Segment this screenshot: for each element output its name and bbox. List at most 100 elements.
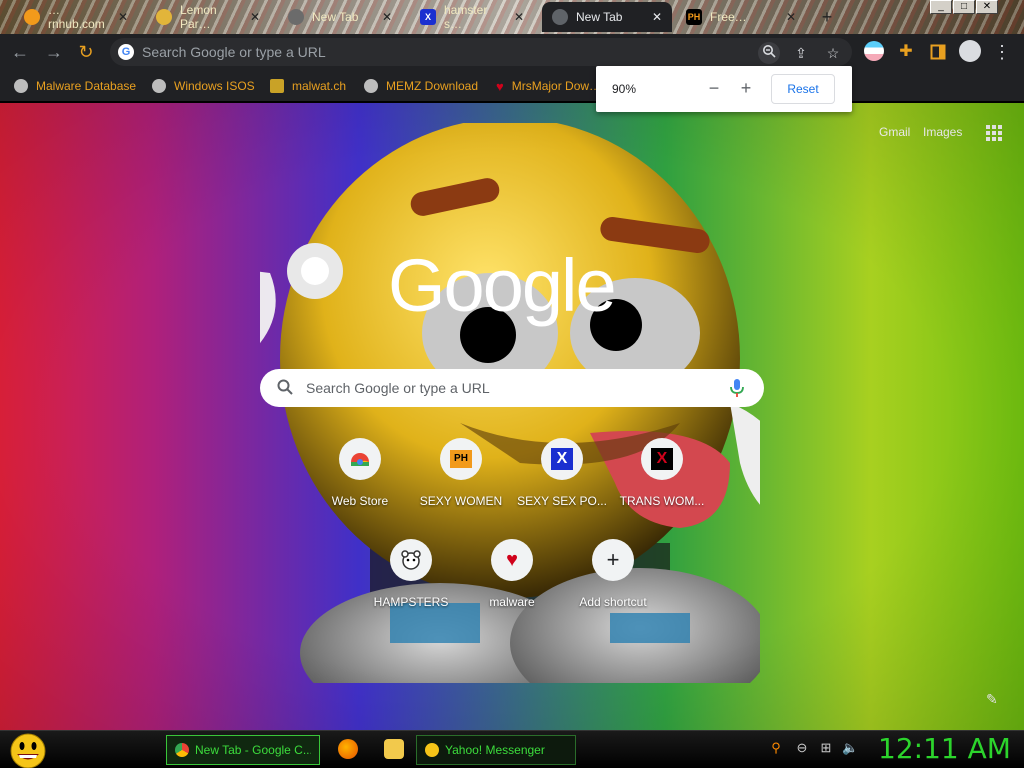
reload-icon[interactable]: ↻ [74,40,98,64]
volume-icon[interactable]: 🔈 [842,740,858,756]
tab-title: New Tab [312,10,359,24]
start-smiley-button[interactable] [8,731,48,768]
bookmark-label: MEMZ Download [386,79,479,93]
tab-title: Lemon Par… [180,3,217,31]
plus-icon: + [606,547,620,572]
shortcut-label: SEXY WOMEN [419,494,503,508]
google-logo: Google [388,244,617,327]
shortcut-icon-holder: + [592,539,634,581]
x-site-icon: X [651,448,673,470]
customize-pencil-icon[interactable]: ✎ [986,691,1002,707]
shortcut-label: malware [489,595,535,609]
close-icon[interactable]: ✕ [382,10,392,24]
shortcut-icon-holder: X [541,438,583,480]
shortcut-web-store[interactable]: Web Store [310,438,410,528]
network-icon[interactable]: ⊞ [818,740,834,756]
shortcut-label: Add shortcut [579,595,647,609]
tab-new-tab-active[interactable]: New Tab ✕ [542,2,672,32]
taskbar-task-chrome[interactable]: New Tab - Google C... [166,735,320,765]
close-icon[interactable]: ✕ [250,10,260,24]
tab-2[interactable]: Lemon Par… ✕ [146,2,270,32]
zoom-percentage: 90% [612,82,637,96]
gmail-link[interactable]: Gmail [879,125,910,139]
shortcut-trans-wom[interactable]: X TRANS WOM... [612,438,712,528]
forward-icon[interactable]: → [42,40,66,64]
shortcut-icon-holder: ♥ [491,539,533,581]
chrome-icon [175,743,189,757]
images-link[interactable]: Images [923,125,962,139]
shortcut-sexy-sex-po[interactable]: X SEXY SEX PO... [512,438,612,528]
close-window-button[interactable]: ✕ [976,0,998,14]
shortcut-hampsters[interactable]: HAMPSTERS [361,539,461,629]
tab-3[interactable]: New Tab ✕ [278,2,402,32]
zoom-icon[interactable] [758,42,780,64]
maximize-button[interactable]: □ [953,0,975,14]
side-panel-icon[interactable] [926,40,950,64]
puzzle-icon[interactable]: ✚ [894,40,918,64]
shortcut-label: SEXY SEX PO... [517,494,607,508]
star-icon[interactable]: ☆ [822,42,844,64]
minimize-button[interactable]: _ [930,0,952,14]
microphone-icon[interactable] [728,378,746,398]
apps-grid-icon[interactable] [986,125,1002,141]
new-tab-page: Gmail Images Google Search Google or typ… [0,103,1024,730]
bookmark-mrsmajor-download[interactable]: ♥ MrsMajor Dow… [496,77,601,95]
ntp-search-box[interactable]: Search Google or type a URL [260,369,764,407]
menu-kebab-icon[interactable]: ⋮ [990,40,1014,64]
profile-avatar-icon[interactable] [959,40,981,62]
bookmark-label: Malware Database [36,79,137,93]
task-label: New Tab - Google C... [195,743,311,757]
globe-icon [152,79,166,93]
new-tab-button[interactable]: + [816,6,838,28]
taskbar-clock[interactable]: 12:11 AM [878,732,1011,765]
task-label: Yahoo! Messenger [445,743,545,757]
close-icon[interactable]: ✕ [118,10,128,24]
bookmark-windows-isos[interactable]: Windows ISOS [152,77,255,95]
zoom-out-button[interactable]: − [704,78,724,98]
zoom-in-button[interactable]: + [736,78,756,98]
close-icon[interactable]: ✕ [514,10,524,24]
google-g-icon: G [118,44,134,60]
globe-icon [364,79,378,93]
tab-6[interactable]: PH Free… ✕ [676,2,806,32]
close-icon[interactable]: ✕ [652,10,662,24]
shortcut-add[interactable]: + Add shortcut [563,539,663,629]
heart-icon: ♥ [496,78,504,94]
web-store-icon [351,453,369,466]
shortcut-icon-holder [390,539,432,581]
bookmark-malwatch[interactable]: malwat.ch [270,77,346,95]
bookmark-label: Windows ISOS [174,79,255,93]
close-icon[interactable]: ✕ [786,10,796,24]
tab-strip: …rnhub.com ✕ Lemon Par… ✕ New Tab ✕ X ha… [0,0,1024,34]
address-bar[interactable]: G Search Google or type a URL ⇪ ☆ [110,38,852,66]
shortcut-label: TRANS WOM... [619,494,705,508]
share-icon[interactable]: ⇪ [790,42,812,64]
back-icon[interactable]: ← [8,40,32,64]
search-tray-icon[interactable]: ⚲ [768,740,784,756]
taskbar-task-yahoo-messenger[interactable]: Yahoo! Messenger [416,735,576,765]
tray-status-icon[interactable]: ⊖ [794,740,810,756]
search-icon [277,379,293,395]
tab-title: Free… [710,10,747,24]
chrome-icon [552,9,568,25]
tab-title: hamster s… [444,3,488,31]
background-emoji-image [260,123,760,683]
tab-title: New Tab [576,10,623,24]
file-explorer-icon[interactable] [384,739,404,759]
globe-icon [288,9,304,25]
tab-1[interactable]: …rnhub.com ✕ [14,2,138,32]
tab-4[interactable]: X hamster s… ✕ [410,2,534,32]
shortcut-icon-holder [339,438,381,480]
firefox-icon[interactable] [338,739,358,759]
ph-icon: PH [450,450,472,468]
shortcut-sexy-women[interactable]: PH SEXY WOMEN [411,438,511,528]
shortcut-malware[interactable]: ♥ malware [462,539,562,629]
globe-icon [14,79,28,93]
bookmark-malware-database[interactable]: Malware Database [14,77,136,95]
trans-flag-extension-icon[interactable] [864,41,884,61]
zoom-reset-button[interactable]: Reset [771,74,835,104]
shortcut-icon-holder: X [641,438,683,480]
hamster-icon [401,550,421,570]
zoom-popup: 90% − + Reset [596,66,852,112]
bookmark-memz-download[interactable]: MEMZ Download [364,77,478,95]
